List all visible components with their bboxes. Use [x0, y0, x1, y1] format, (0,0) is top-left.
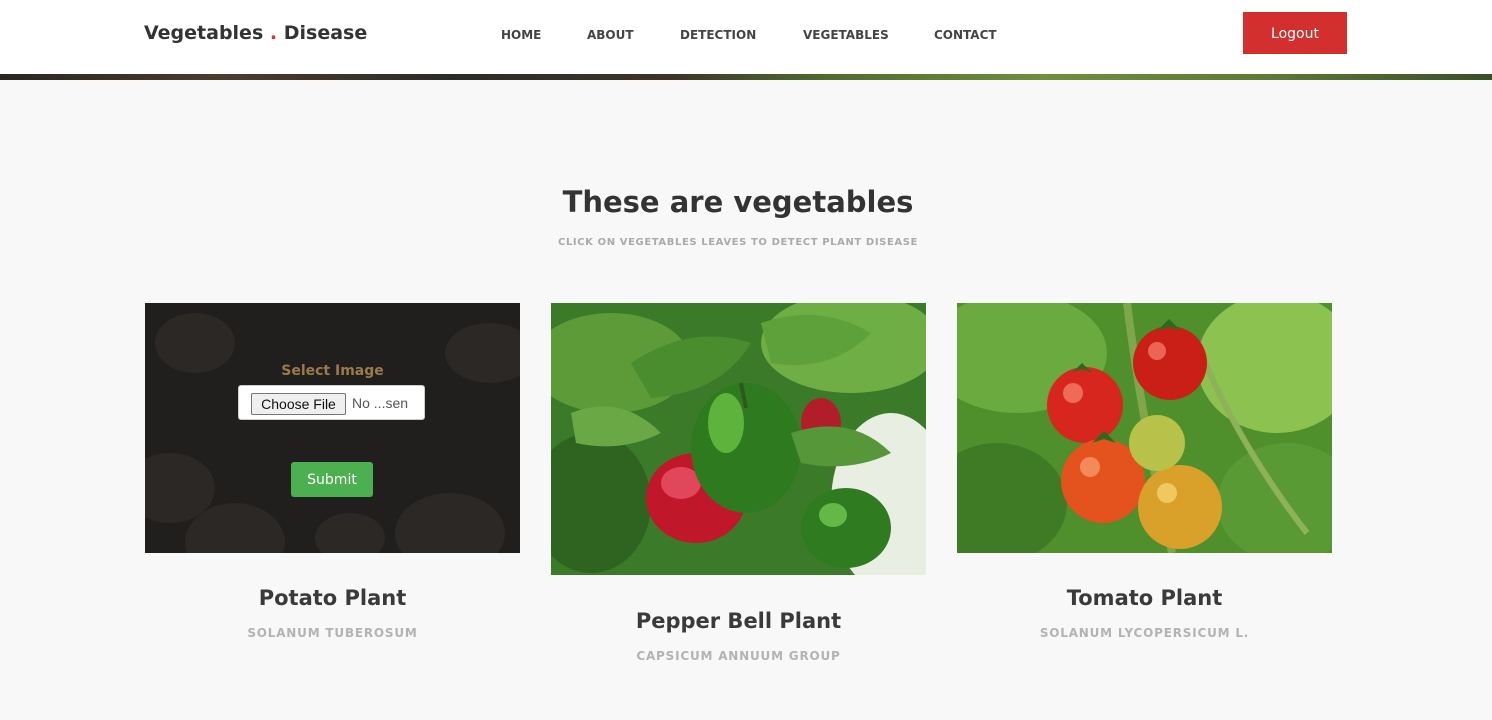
top-navbar: Vegetables . Disease HOME ABOUT DETECTIO…: [0, 0, 1492, 74]
tomato-illustration: [957, 303, 1332, 553]
pepper-card-name: Pepper Bell Plant: [635, 609, 842, 633]
pepper-plant-image[interactable]: [551, 303, 926, 575]
logout-button[interactable]: Logout: [1243, 12, 1347, 54]
potato-texture: [395, 493, 505, 553]
choose-file-button[interactable]: Choose File: [251, 393, 346, 415]
logo-dot: .: [269, 22, 278, 44]
nav-about[interactable]: ABOUT: [587, 28, 634, 42]
pepper-card-scientific: CAPSICUM ANNUUM GROUP: [636, 649, 841, 663]
nav-home[interactable]: HOME: [501, 28, 541, 42]
select-image-label: Select Image: [281, 363, 384, 379]
file-input[interactable]: Choose File No ...sen: [238, 385, 425, 420]
file-status-text: No ...sen: [352, 395, 409, 411]
nav-detection[interactable]: DETECTION: [680, 28, 756, 42]
tomato-plant-image[interactable]: [957, 303, 1332, 553]
site-logo[interactable]: Vegetables . Disease: [144, 22, 367, 44]
potato-upload-panel: Select Image Choose File No ...sen Submi…: [145, 303, 520, 553]
section-subtitle: CLICK ON VEGETABLES LEAVES TO DETECT PLA…: [558, 237, 918, 248]
potato-texture: [315, 513, 385, 553]
logo-text-left: Vegetables: [144, 22, 264, 44]
submit-button[interactable]: Submit: [291, 462, 373, 497]
pepper-illustration: [551, 303, 926, 575]
potato-card-scientific: SOLANUM TUBEROSUM: [247, 626, 418, 640]
section-title: These are vegetables: [562, 185, 914, 219]
nav-vegetables[interactable]: VEGETABLES: [803, 28, 889, 42]
potato-card-name: Potato Plant: [258, 586, 407, 610]
hero-image-edge: [0, 74, 1492, 80]
logo-text-right: Disease: [283, 22, 368, 44]
tomato-card-name: Tomato Plant: [1066, 586, 1223, 610]
tomato-card-scientific: SOLANUM LYCOPERSICUM L.: [1039, 626, 1250, 640]
nav-contact[interactable]: CONTACT: [934, 28, 997, 42]
